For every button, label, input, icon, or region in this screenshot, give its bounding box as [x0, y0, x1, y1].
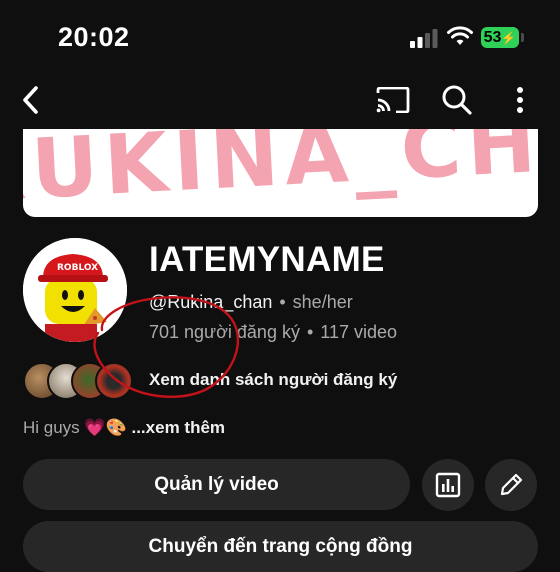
svg-text:RUKINA_CHAN: RUKINA_CHAN	[23, 129, 538, 217]
more-vert-icon	[517, 87, 523, 113]
cast-button[interactable]	[372, 80, 414, 120]
banner-artwork: RUKINA_CHAN	[23, 129, 538, 217]
wifi-icon	[447, 26, 473, 45]
more-options-button[interactable]	[502, 80, 538, 120]
subscriber-avatar	[95, 362, 133, 400]
svg-text:ROBLOX: ROBLOX	[57, 263, 98, 273]
cellular-signal-icon	[410, 29, 438, 48]
description-text: Hi guys 💗🎨	[23, 418, 127, 437]
channel-banner[interactable]: RUKINA_CHAN	[23, 129, 538, 217]
search-icon	[442, 85, 472, 115]
separator-dot: •	[279, 292, 286, 312]
channel-handle-row: @Rukina_chan • she/her	[149, 292, 353, 313]
community-page-button[interactable]: Chuyển đến trang cộng đồng	[23, 521, 538, 572]
charging-bolt-icon: ⚡	[501, 30, 517, 45]
status-time: 20:02	[58, 22, 130, 52]
channel-name: IATEMYNAME	[149, 240, 385, 279]
edit-channel-button[interactable]	[485, 459, 537, 511]
back-button[interactable]	[12, 80, 48, 120]
manage-videos-button[interactable]: Quản lý video	[23, 459, 410, 510]
cast-icon	[376, 87, 410, 113]
edit-pencil-icon	[500, 473, 523, 496]
analytics-button[interactable]	[422, 459, 474, 511]
subscriber-count: 701 người đăng ký	[149, 322, 300, 342]
separator-dot: •	[306, 322, 314, 342]
battery-tip	[521, 33, 524, 42]
community-page-label: Chuyển đến trang cộng đồng	[148, 535, 413, 557]
roblox-avatar-image: ROBLOX	[23, 238, 127, 342]
manage-videos-label: Quản lý video	[154, 473, 279, 495]
show-more-link[interactable]: ...xem thêm	[131, 418, 225, 437]
channel-handle: @Rukina_chan	[149, 292, 273, 312]
battery-level: 53	[483, 28, 502, 46]
channel-pronouns: she/her	[292, 292, 353, 312]
search-button[interactable]	[436, 80, 478, 120]
back-icon	[23, 86, 38, 114]
top-app-bar	[0, 76, 560, 124]
status-bar: 20:02 53 ⚡	[0, 0, 560, 76]
channel-stats-row: 701 người đăng ký • 117 video	[149, 322, 397, 343]
video-count: 117 video	[320, 322, 397, 342]
channel-avatar[interactable]: ROBLOX	[23, 238, 127, 342]
view-subscribers-row[interactable]: Xem danh sách người đăng ký	[23, 362, 543, 400]
battery-indicator: 53 ⚡	[481, 27, 519, 48]
analytics-icon	[435, 472, 461, 498]
view-subscribers-link[interactable]: Xem danh sách người đăng ký	[149, 370, 397, 390]
channel-description[interactable]: Hi guys 💗🎨 ...xem thêm	[23, 418, 225, 438]
